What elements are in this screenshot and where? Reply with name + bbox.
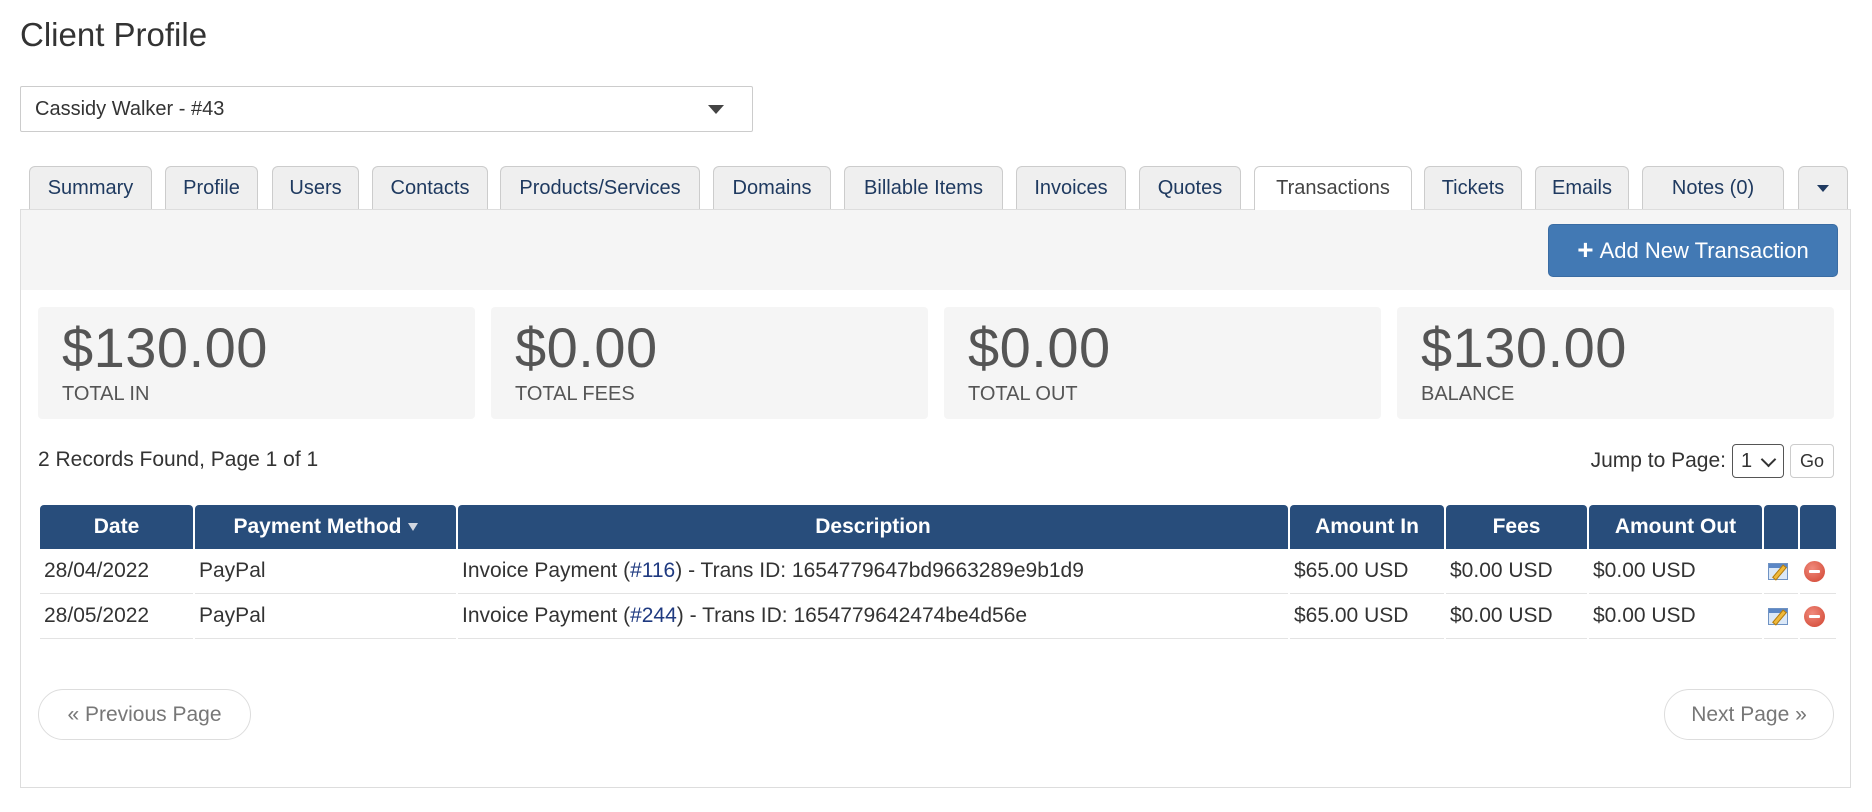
cell-date: 28/05/2022 xyxy=(40,594,193,639)
plus-icon: + xyxy=(1577,233,1594,265)
stat-label: TOTAL FEES xyxy=(515,383,635,405)
stat-value: $130.00 xyxy=(62,316,268,379)
tab-emails[interactable]: Emails xyxy=(1535,166,1629,209)
cell-delete xyxy=(1800,549,1836,594)
tab-products-services[interactable]: Products/Services xyxy=(500,166,700,209)
tab-invoices[interactable]: Invoices xyxy=(1016,166,1126,209)
stat-value: $0.00 xyxy=(515,316,658,379)
column-header-amount-in[interactable]: Amount In xyxy=(1290,505,1444,549)
delete-icon[interactable] xyxy=(1804,560,1825,582)
cell-amount-in: $65.00 USD xyxy=(1290,549,1444,594)
cell-description: Invoice Payment (#244) - Trans ID: 16547… xyxy=(458,594,1288,639)
client-select[interactable]: Cassidy Walker - #43 xyxy=(20,86,753,132)
cell-description: Invoice Payment (#116) - Trans ID: 16547… xyxy=(458,549,1288,594)
stat-label: TOTAL IN xyxy=(62,383,150,405)
client-select-value: Cassidy Walker - #43 xyxy=(35,97,225,120)
tab-quotes[interactable]: Quotes xyxy=(1139,166,1241,209)
edit-icon[interactable] xyxy=(1768,606,1790,627)
invoice-link[interactable]: #116 xyxy=(630,559,675,582)
cell-amount-in: $65.00 USD xyxy=(1290,594,1444,639)
edit-icon[interactable] xyxy=(1768,561,1790,582)
caret-down-icon xyxy=(708,105,724,114)
previous-page-button[interactable]: « Previous Page xyxy=(38,689,251,740)
page-title: Client Profile xyxy=(20,16,208,53)
cell-edit xyxy=(1764,549,1798,594)
tab-bar: Summary Profile Users Contacts Products/… xyxy=(0,166,1872,210)
page-select[interactable]: 1 xyxy=(1732,444,1784,478)
cell-amount-out: $0.00 USD xyxy=(1589,549,1762,594)
tab-summary[interactable]: Summary xyxy=(29,166,152,209)
tab-profile[interactable]: Profile xyxy=(165,166,258,209)
tab-more-dropdown[interactable] xyxy=(1798,166,1848,209)
cell-payment-method: PayPal xyxy=(195,594,456,639)
table-header-row: Date Payment Method Description Amount I… xyxy=(40,505,1836,549)
column-header-edit xyxy=(1764,505,1798,549)
stat-value: $130.00 xyxy=(1421,316,1627,379)
tab-tickets[interactable]: Tickets xyxy=(1424,166,1522,209)
table-row: 28/04/2022 PayPal Invoice Payment (#116)… xyxy=(40,549,1836,594)
invoice-link[interactable]: #244 xyxy=(630,604,677,627)
caret-down-icon xyxy=(1817,184,1829,192)
stat-value: $0.00 xyxy=(968,316,1111,379)
tab-contacts[interactable]: Contacts xyxy=(372,166,488,209)
delete-icon[interactable] xyxy=(1804,605,1825,627)
stat-total-out: $0.00 TOTAL OUT xyxy=(944,307,1381,419)
column-header-description[interactable]: Description xyxy=(458,505,1288,549)
stat-label: BALANCE xyxy=(1421,383,1515,405)
column-header-delete xyxy=(1800,505,1836,549)
tab-users[interactable]: Users xyxy=(272,166,359,209)
column-header-amount-out[interactable]: Amount Out xyxy=(1589,505,1762,549)
stat-total-in: $130.00 TOTAL IN xyxy=(38,307,475,419)
stat-label: TOTAL OUT xyxy=(968,383,1078,405)
transactions-table: Date Payment Method Description Amount I… xyxy=(38,505,1838,639)
records-summary: 2 Records Found, Page 1 of 1 xyxy=(38,448,319,471)
tab-transactions[interactable]: Transactions xyxy=(1254,166,1412,210)
next-page-button[interactable]: Next Page » xyxy=(1664,689,1834,740)
cell-fees: $0.00 USD xyxy=(1446,549,1587,594)
column-header-payment-method[interactable]: Payment Method xyxy=(195,505,456,549)
column-header-date[interactable]: Date xyxy=(40,505,193,549)
go-button[interactable]: Go xyxy=(1790,444,1834,478)
transactions-panel: + Add New Transaction $130.00 TOTAL IN $… xyxy=(20,209,1851,788)
jump-label: Jump to Page: xyxy=(1590,449,1726,472)
column-header-fees[interactable]: Fees xyxy=(1446,505,1587,549)
cell-fees: $0.00 USD xyxy=(1446,594,1587,639)
tab-billable-items[interactable]: Billable Items xyxy=(844,166,1003,209)
table-row: 28/05/2022 PayPal Invoice Payment (#244)… xyxy=(40,594,1836,639)
tab-notes[interactable]: Notes (0) xyxy=(1642,166,1784,209)
cell-payment-method: PayPal xyxy=(195,549,456,594)
stat-balance: $130.00 BALANCE xyxy=(1397,307,1834,419)
cell-delete xyxy=(1800,594,1836,639)
add-new-transaction-button[interactable]: + Add New Transaction xyxy=(1548,224,1838,277)
toolbar: + Add New Transaction xyxy=(21,210,1850,290)
cell-edit xyxy=(1764,594,1798,639)
jump-to-page: Jump to Page: 1 Go xyxy=(1591,444,1834,478)
stat-total-fees: $0.00 TOTAL FEES xyxy=(491,307,928,419)
tab-domains[interactable]: Domains xyxy=(713,166,831,209)
cell-date: 28/04/2022 xyxy=(40,549,193,594)
cell-amount-out: $0.00 USD xyxy=(1589,594,1762,639)
sort-desc-icon xyxy=(407,523,418,532)
chevron-down-icon xyxy=(1760,451,1777,468)
